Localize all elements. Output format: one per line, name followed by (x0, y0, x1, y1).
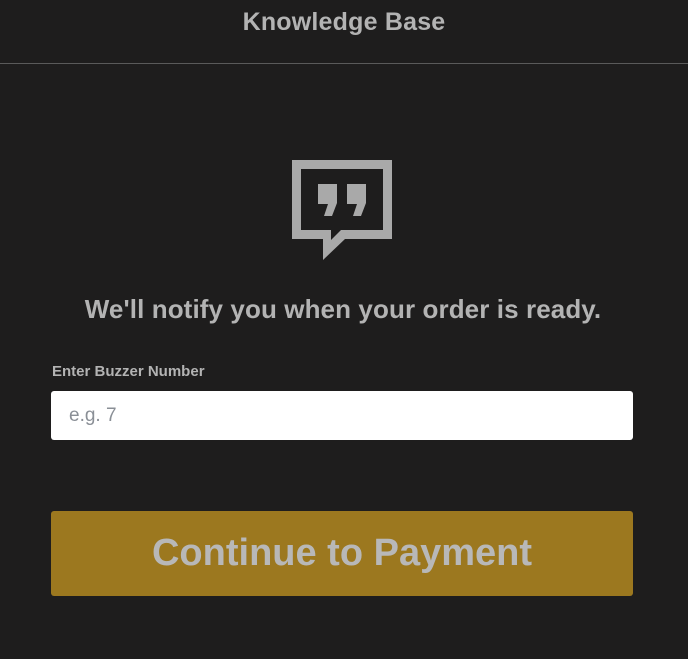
page-title: Knowledge Base (242, 8, 446, 36)
continue-to-payment-button[interactable]: Continue to Payment (51, 511, 633, 596)
quote-speech-bubble-icon (291, 159, 395, 263)
notification-message: We'll notify you when your order is read… (84, 294, 602, 324)
buzzer-number-input[interactable] (51, 391, 633, 440)
page: Knowledge Base We'll notify you when you… (0, 0, 688, 659)
header: Knowledge Base (0, 0, 688, 64)
buzzer-number-label: Enter Buzzer Number (52, 363, 205, 380)
